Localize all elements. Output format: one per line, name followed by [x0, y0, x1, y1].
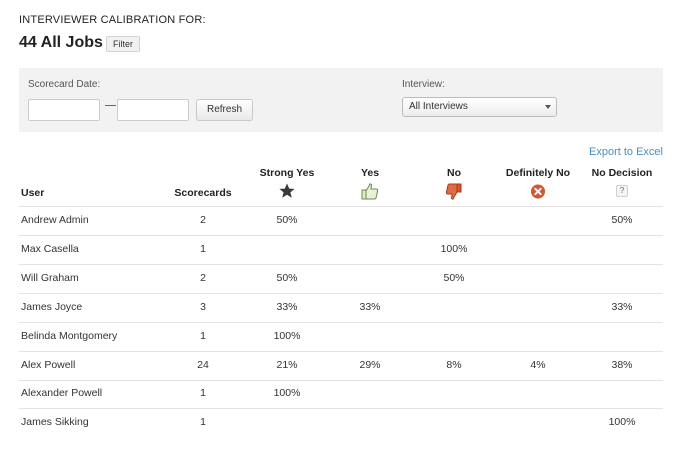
page-title: 44 All Jobs	[19, 34, 103, 51]
cell-user: Belinda Montgomery	[21, 329, 118, 342]
export-to-excel-link[interactable]: Export to Excel	[589, 146, 663, 158]
cell-strong-yes: 50%	[276, 271, 298, 284]
filter-panel: Scorecard Date: Refresh Interview: All I…	[19, 68, 663, 132]
col-header-user: User	[21, 187, 45, 199]
interview-select-value: All Interviews	[409, 101, 468, 112]
cell-scorecards: 1	[200, 416, 206, 429]
thumbs-down-icon	[446, 183, 462, 200]
cell-yes: 29%	[359, 358, 381, 371]
cell-user: Max Casella	[21, 242, 79, 255]
row-divider	[19, 350, 663, 352]
date-from-input[interactable]	[28, 99, 100, 121]
cell-no: 8%	[446, 358, 462, 371]
cell-no-decision: 50%	[611, 214, 633, 226]
cell-scorecards: 24	[197, 358, 209, 371]
col-header-yes: Yes	[360, 167, 380, 179]
filter-button[interactable]: Filter	[106, 36, 140, 52]
cell-no: 50%	[443, 271, 465, 284]
cell-strong-yes: 33%	[276, 300, 298, 313]
cell-strong-yes: 21%	[276, 358, 298, 371]
date-to-input[interactable]	[117, 99, 189, 121]
cell-scorecards: 1	[200, 242, 206, 255]
cell-user: James Joyce	[21, 300, 83, 313]
col-header-scorecards: Scorecards	[174, 187, 232, 199]
cell-user: Alexander Powell	[21, 387, 103, 400]
cell-scorecards: 2	[200, 271, 206, 284]
cell-user: Andrew Admin	[21, 214, 89, 226]
cell-user: Will Graham	[21, 271, 79, 284]
thumbs-up-icon	[361, 183, 379, 200]
date-range-separator	[105, 105, 116, 106]
col-header-no: No	[447, 167, 461, 179]
col-header-strong-yes: Strong Yes	[259, 167, 315, 179]
cell-yes: 33%	[359, 300, 381, 313]
cell-no-decision: 33%	[611, 300, 633, 313]
interview-select[interactable]: All Interviews	[402, 97, 557, 117]
cell-user: James Sikking	[21, 416, 89, 429]
cell-no: 100%	[440, 242, 468, 255]
chevron-down-icon	[545, 105, 551, 109]
scorecard-date-label: Scorecard Date:	[28, 79, 101, 90]
row-divider	[19, 379, 663, 381]
header-label: INTERVIEWER CALIBRATION FOR:	[19, 14, 206, 26]
row-divider	[19, 321, 663, 323]
cell-scorecards: 3	[200, 300, 206, 313]
cell-scorecards: 2	[200, 214, 206, 226]
cell-no-decision: 100%	[608, 416, 636, 429]
row-divider	[19, 408, 663, 410]
cell-strong-yes: 50%	[276, 214, 298, 226]
row-divider	[19, 235, 663, 236]
interview-label: Interview:	[402, 79, 445, 90]
cell-scorecards: 1	[200, 387, 206, 400]
cell-no-decision: 38%	[611, 358, 633, 371]
cell-scorecards: 1	[200, 329, 206, 342]
star-icon	[279, 183, 295, 198]
cell-strong-yes: 100%	[273, 387, 301, 400]
header-divider	[19, 206, 663, 207]
col-header-definitely-no: Definitely No	[505, 167, 571, 179]
cell-definitely-no: 4%	[530, 358, 546, 371]
cell-user: Alex Powell	[21, 358, 76, 371]
refresh-button[interactable]: Refresh	[196, 99, 254, 121]
cell-strong-yes: 100%	[273, 329, 301, 342]
col-header-no-decision: No Decision	[591, 167, 653, 179]
row-divider	[19, 292, 663, 294]
question-icon: ?	[616, 185, 628, 197]
row-divider	[19, 263, 663, 265]
x-circle-icon	[531, 184, 545, 199]
